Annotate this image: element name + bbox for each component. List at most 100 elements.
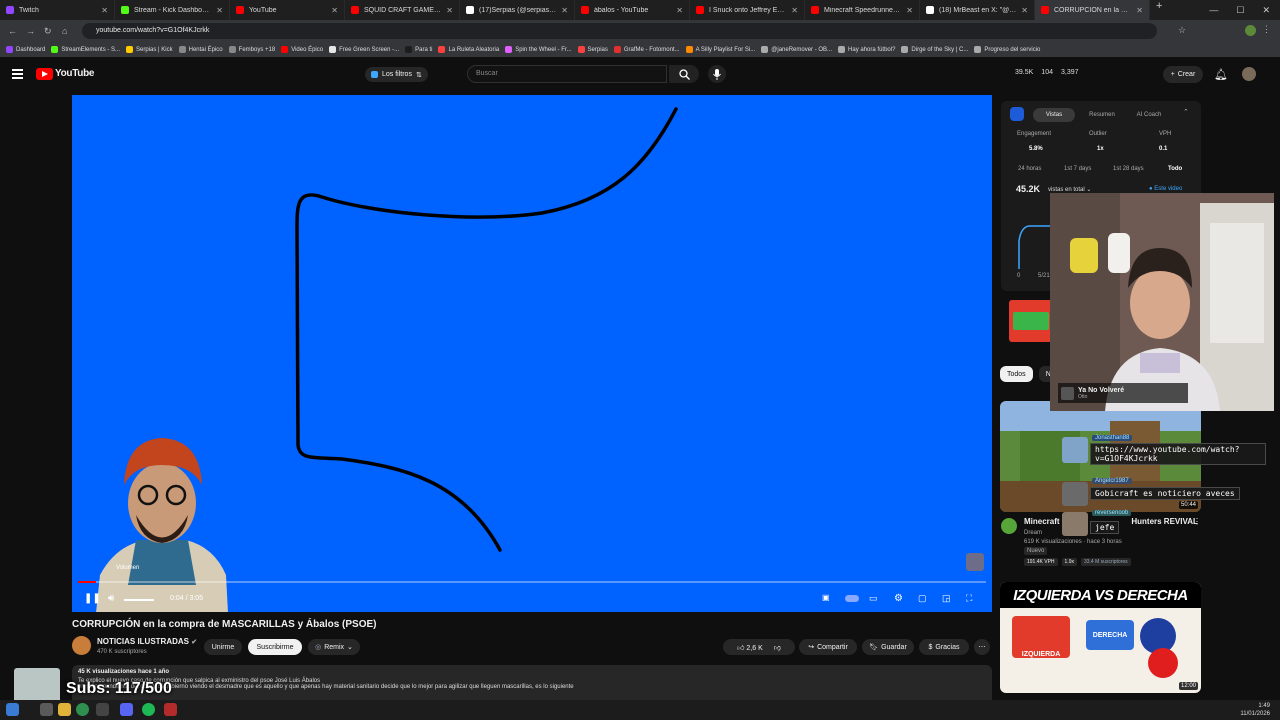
channel-avatar[interactable] [72, 636, 91, 655]
progress-bar[interactable] [78, 581, 986, 583]
bookmark-item[interactable]: Dirge of the Sky | C... [901, 46, 968, 53]
bookmark-item[interactable]: Femboys +18 [228, 46, 275, 53]
share-button[interactable]: ↪ Compartir [799, 639, 857, 655]
search-input[interactable]: Buscar [467, 65, 667, 83]
range-24h[interactable]: 24 horas [1018, 166, 1041, 172]
video-menu-icon[interactable]: ⋮ [1193, 517, 1201, 526]
settings-gear-icon[interactable]: ⚙ [894, 593, 903, 604]
subtitles-icon[interactable]: ▭ [869, 593, 878, 604]
like-button[interactable]: 👍︎ 2,6 K [737, 643, 763, 652]
join-button[interactable]: Unirme [204, 639, 242, 655]
miniplayer-icon[interactable]: ▢ [918, 593, 927, 604]
tab-vistas[interactable]: Vistas [1033, 108, 1075, 122]
browser-tab[interactable]: ábalos - YouTube ✕ [575, 0, 690, 20]
tab-resumen[interactable]: Resumen [1083, 108, 1121, 122]
system-clock[interactable]: 1:49 11/01/2026 [1240, 702, 1270, 718]
profile-icon[interactable] [1245, 25, 1256, 36]
more-menu-icon[interactable]: ⋮ [1262, 24, 1271, 35]
dislike-icon[interactable]: 👎︎ [774, 643, 781, 652]
reload-icon[interactable]: ↻ [44, 26, 54, 37]
tab-close-icon[interactable]: ✕ [1136, 6, 1143, 15]
chrome-icon[interactable] [76, 703, 89, 716]
bookmark-item[interactable]: La Ruleta Aleatoria [438, 46, 499, 53]
home-icon[interactable]: ⌂ [62, 26, 72, 36]
bookmark-item[interactable]: Dashboard [6, 46, 45, 53]
video-player[interactable]: Volumen ❚❚ 🔊︎ 0:04 / 3:05 ▣ ▭ ⚙ ▢ ◲ ⛶ [72, 95, 992, 612]
tab-close-icon[interactable]: ✕ [101, 6, 108, 15]
browser-tab[interactable]: CORRUPCIÓN en la compra ✕ [1035, 0, 1150, 20]
this-video-toggle[interactable]: ● Este video [1149, 186, 1182, 192]
maximize-icon[interactable]: ☐ [1236, 5, 1244, 16]
bookmark-item[interactable]: Progreso del servicio [974, 46, 1040, 53]
cast-icon[interactable]: ◲ [942, 593, 951, 604]
bookmark-star-icon[interactable]: ☆ [1178, 25, 1186, 36]
bookmark-item[interactable]: A Silly Playlist For Si... [685, 46, 755, 53]
small-thumbnail[interactable] [1009, 300, 1053, 342]
channel-watermark[interactable] [966, 553, 984, 571]
autoplay-toggle[interactable] [845, 595, 859, 602]
subscribe-button[interactable]: Suscribirme [248, 639, 302, 655]
hamburger-menu-icon[interactable] [12, 69, 23, 79]
bookmark-item[interactable]: Hay ahora fútbol? [838, 46, 895, 53]
volume-icon[interactable]: 🔊︎ [108, 593, 114, 604]
bookmark-item[interactable]: Serpias [577, 46, 608, 53]
bookmark-item[interactable]: Video Épico [281, 46, 323, 53]
start-icon[interactable] [6, 703, 19, 716]
browser-tab[interactable]: (17)Serpias (@serpias) | TikTok ✕ [460, 0, 575, 20]
tab-close-icon[interactable]: ✕ [791, 6, 798, 15]
browser-tab[interactable]: (18) MrBeast en X: "@pipkin ✕ [920, 0, 1035, 20]
back-icon[interactable]: ← [8, 26, 18, 36]
fullscreen-icon[interactable]: ⛶ [966, 593, 972, 604]
remix-button[interactable]: ◎ Remix ⌄ [308, 639, 360, 655]
extension-icon[interactable]: ▣ [822, 593, 830, 602]
minimize-icon[interactable]: — [1209, 5, 1218, 15]
range-7d[interactable]: 1st 7 days [1064, 166, 1091, 172]
range-all[interactable]: Todo [1168, 166, 1182, 172]
collapse-icon[interactable]: ⌃ [1183, 108, 1189, 116]
recommended-video-thumbnail-2[interactable]: IZQUIERDA VS DERECHA IZQUIERDA DERECHA 1… [1000, 582, 1201, 693]
bookmark-item[interactable]: Hentai Épico [178, 46, 223, 53]
notifications-bell-icon[interactable]: 🔔︎ [1214, 68, 1228, 81]
tab-close-icon[interactable]: ✕ [676, 6, 683, 15]
chip-todos[interactable]: Todos [1000, 366, 1033, 382]
bookmark-item[interactable]: GrafMe - Fotomont... [613, 46, 680, 53]
tab-close-icon[interactable]: ✕ [331, 6, 338, 15]
bookmark-item[interactable]: Free Green Screen -... [329, 46, 399, 53]
browser-tab[interactable]: Stream - Kick Dashboard ✕ [115, 0, 230, 20]
create-button[interactable]: + Crear [1163, 66, 1203, 83]
tab-ai-coach[interactable]: AI Coach [1129, 108, 1169, 122]
more-actions-icon[interactable]: ⋯ [974, 639, 990, 655]
browser-tab[interactable]: Minecraft Speedrunner VS 4 ✕ [805, 0, 920, 20]
range-28d[interactable]: 1st 28 days [1113, 166, 1144, 172]
youtube-wordmark[interactable]: YouTube [55, 68, 95, 79]
forward-icon[interactable]: → [26, 26, 36, 36]
url-field[interactable]: youtube.com/watch?v=G1Of4KJcrkk [82, 23, 1157, 39]
tab-close-icon[interactable]: ✕ [216, 6, 223, 15]
filters-button[interactable]: Los filtros ⇅ [365, 67, 428, 82]
taskbar-app-icon[interactable] [164, 703, 177, 716]
total-views-dropdown[interactable]: vistas en total ⌄ [1048, 186, 1091, 193]
new-tab-icon[interactable]: + [1156, 0, 1162, 20]
channel-avatar-dream[interactable] [1001, 518, 1017, 534]
tab-close-icon[interactable]: ✕ [561, 6, 568, 15]
youtube-logo-icon[interactable] [36, 68, 53, 80]
account-avatar[interactable] [1242, 67, 1256, 81]
pause-icon[interactable]: ❚❚ [84, 593, 101, 604]
bookmark-item[interactable]: @janeRemover - OB... [761, 46, 832, 53]
bookmark-item[interactable]: Spin the Wheel - Fr... [505, 46, 572, 53]
taskbar-app-icon[interactable] [96, 703, 109, 716]
taskbar-app-icon[interactable] [40, 703, 53, 716]
browser-tab[interactable]: Twitch ✕ [0, 0, 115, 20]
tab-close-icon[interactable]: ✕ [906, 6, 913, 15]
discord-icon[interactable] [120, 703, 133, 716]
volume-slider[interactable] [124, 599, 154, 601]
search-button[interactable] [669, 65, 699, 83]
voice-search-button[interactable] [708, 65, 726, 83]
file-explorer-icon[interactable] [58, 703, 71, 716]
channel-name[interactable]: NOTICIAS ILUSTRADAS ✔ [97, 637, 197, 646]
close-window-icon[interactable]: ✕ [1262, 5, 1270, 16]
tab-close-icon[interactable]: ✕ [1021, 6, 1028, 15]
save-button[interactable]: 🔖︎ Guardar [862, 639, 914, 655]
bookmark-item[interactable]: StreamElements - S... [51, 46, 120, 53]
tab-close-icon[interactable]: ✕ [446, 6, 453, 15]
